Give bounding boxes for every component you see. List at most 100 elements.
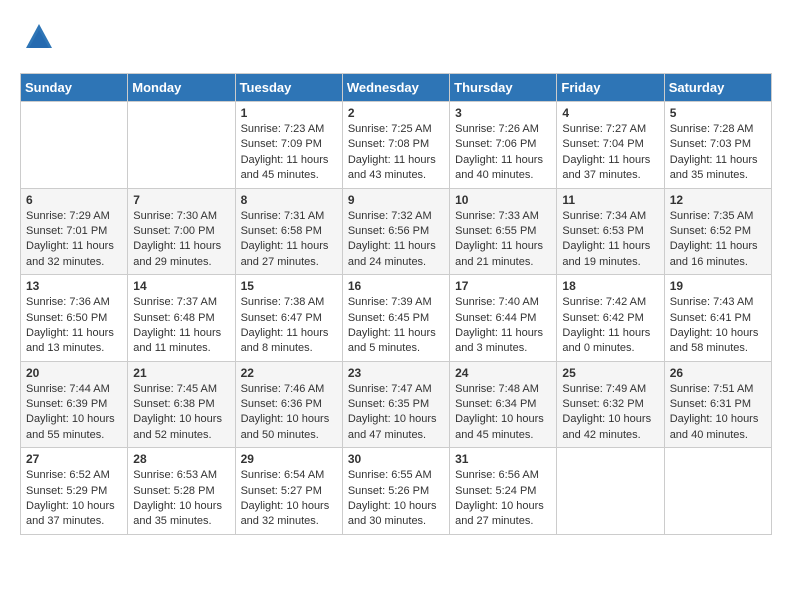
calendar-cell: 31 Sunrise: 6:56 AMSunset: 5:24 PMDayligh… bbox=[450, 448, 557, 535]
day-number: 2 bbox=[348, 106, 444, 120]
day-number: 10 bbox=[455, 193, 551, 207]
day-number: 30 bbox=[348, 452, 444, 466]
day-number: 25 bbox=[562, 366, 658, 380]
calendar-week-4: 20 Sunrise: 7:44 AMSunset: 6:39 PMDayligh… bbox=[21, 361, 772, 448]
calendar-cell: 13Sunrise: 7:36 AMSunset: 6:50 PMDayligh… bbox=[21, 275, 128, 362]
calendar-header-sunday: Sunday bbox=[21, 74, 128, 102]
day-number: 9 bbox=[348, 193, 444, 207]
calendar-header-tuesday: Tuesday bbox=[235, 74, 342, 102]
day-info: Sunrise: 7:49 AMSunset: 6:32 PMDaylight:… bbox=[562, 382, 658, 444]
day-info: Sunrise: 7:48 AMSunset: 6:34 PMDaylight:… bbox=[455, 382, 551, 444]
day-info: Sunrise: 7:51 AMSunset: 6:31 PMDaylight:… bbox=[670, 382, 766, 444]
calendar-cell: 21Sunrise: 7:45 AMSunset: 6:38 PMDayligh… bbox=[128, 361, 235, 448]
day-number: 22 bbox=[241, 366, 337, 380]
day-number: 16 bbox=[348, 279, 444, 293]
calendar-cell bbox=[21, 102, 128, 189]
day-info: Sunrise: 7:38 AMSunset: 6:47 PMDaylight:… bbox=[241, 295, 337, 357]
day-info: Sunrise: 6:52 AMSunset: 5:29 PMDaylight:… bbox=[26, 468, 122, 530]
calendar-week-3: 13Sunrise: 7:36 AMSunset: 6:50 PMDayligh… bbox=[21, 275, 772, 362]
day-number: 21 bbox=[133, 366, 229, 380]
calendar-header-wednesday: Wednesday bbox=[342, 74, 449, 102]
calendar-cell bbox=[557, 448, 664, 535]
day-info: Sunrise: 7:30 AMSunset: 7:00 PMDaylight:… bbox=[133, 209, 229, 271]
calendar-cell: 10 Sunrise: 7:33 AMSunset: 6:55 PMDayligh… bbox=[450, 188, 557, 275]
calendar-cell: 28Sunrise: 6:53 AMSunset: 5:28 PMDayligh… bbox=[128, 448, 235, 535]
calendar-cell: 11 Sunrise: 7:34 AMSunset: 6:53 PMDayligh… bbox=[557, 188, 664, 275]
day-number: 1 bbox=[241, 106, 337, 120]
day-info: Sunrise: 7:39 AMSunset: 6:45 PMDaylight:… bbox=[348, 295, 444, 357]
day-info: Sunrise: 7:29 AMSunset: 7:01 PMDaylight:… bbox=[26, 209, 122, 271]
day-info: Sunrise: 7:31 AMSunset: 6:58 PMDaylight:… bbox=[241, 209, 337, 271]
calendar-cell: 24Sunrise: 7:48 AMSunset: 6:34 PMDayligh… bbox=[450, 361, 557, 448]
calendar-cell: 26 Sunrise: 7:51 AMSunset: 6:31 PMDayligh… bbox=[664, 361, 771, 448]
calendar-cell: 1Sunrise: 7:23 AMSunset: 7:09 PMDaylight… bbox=[235, 102, 342, 189]
calendar-cell: 7 Sunrise: 7:30 AMSunset: 7:00 PMDaylight… bbox=[128, 188, 235, 275]
day-number: 18 bbox=[562, 279, 658, 293]
calendar-header-row: SundayMondayTuesdayWednesdayThursdayFrid… bbox=[21, 74, 772, 102]
calendar-cell: 2 Sunrise: 7:25 AMSunset: 7:08 PMDaylight… bbox=[342, 102, 449, 189]
day-number: 19 bbox=[670, 279, 766, 293]
day-number: 8 bbox=[241, 193, 337, 207]
calendar-cell: 25 Sunrise: 7:49 AMSunset: 6:32 PMDayligh… bbox=[557, 361, 664, 448]
calendar-cell: 30Sunrise: 6:55 AMSunset: 5:26 PMDayligh… bbox=[342, 448, 449, 535]
calendar-cell: 12 Sunrise: 7:35 AMSunset: 6:52 PMDayligh… bbox=[664, 188, 771, 275]
day-number: 7 bbox=[133, 193, 229, 207]
calendar-cell: 19 Sunrise: 7:43 AMSunset: 6:41 PMDayligh… bbox=[664, 275, 771, 362]
day-number: 20 bbox=[26, 366, 122, 380]
day-number: 4 bbox=[562, 106, 658, 120]
calendar-cell: 22 Sunrise: 7:46 AMSunset: 6:36 PMDayligh… bbox=[235, 361, 342, 448]
day-info: Sunrise: 6:56 AMSunset: 5:24 PMDaylight:… bbox=[455, 468, 551, 530]
day-number: 29 bbox=[241, 452, 337, 466]
day-info: Sunrise: 7:26 AMSunset: 7:06 PMDaylight:… bbox=[455, 122, 551, 184]
day-info: Sunrise: 6:54 AMSunset: 5:27 PMDaylight:… bbox=[241, 468, 337, 530]
day-info: Sunrise: 7:43 AMSunset: 6:41 PMDaylight:… bbox=[670, 295, 766, 357]
day-info: Sunrise: 7:46 AMSunset: 6:36 PMDaylight:… bbox=[241, 382, 337, 444]
calendar-week-1: 1Sunrise: 7:23 AMSunset: 7:09 PMDaylight… bbox=[21, 102, 772, 189]
day-info: Sunrise: 7:34 AMSunset: 6:53 PMDaylight:… bbox=[562, 209, 658, 271]
calendar-cell: 20 Sunrise: 7:44 AMSunset: 6:39 PMDayligh… bbox=[21, 361, 128, 448]
calendar-cell: 14 Sunrise: 7:37 AMSunset: 6:48 PMDayligh… bbox=[128, 275, 235, 362]
day-number: 17 bbox=[455, 279, 551, 293]
calendar-week-2: 6 Sunrise: 7:29 AMSunset: 7:01 PMDaylight… bbox=[21, 188, 772, 275]
calendar-cell: 17 Sunrise: 7:40 AMSunset: 6:44 PMDayligh… bbox=[450, 275, 557, 362]
calendar-header-monday: Monday bbox=[128, 74, 235, 102]
day-number: 31 bbox=[455, 452, 551, 466]
calendar-header-thursday: Thursday bbox=[450, 74, 557, 102]
day-info: Sunrise: 7:37 AMSunset: 6:48 PMDaylight:… bbox=[133, 295, 229, 357]
day-info: Sunrise: 7:32 AMSunset: 6:56 PMDaylight:… bbox=[348, 209, 444, 271]
day-number: 27 bbox=[26, 452, 122, 466]
logo-icon bbox=[24, 22, 54, 57]
calendar-week-5: 27 Sunrise: 6:52 AMSunset: 5:29 PMDayligh… bbox=[21, 448, 772, 535]
day-number: 15 bbox=[241, 279, 337, 293]
day-info: Sunrise: 7:33 AMSunset: 6:55 PMDaylight:… bbox=[455, 209, 551, 271]
calendar-header-saturday: Saturday bbox=[664, 74, 771, 102]
day-info: Sunrise: 7:44 AMSunset: 6:39 PMDaylight:… bbox=[26, 382, 122, 444]
calendar-cell: 23Sunrise: 7:47 AMSunset: 6:35 PMDayligh… bbox=[342, 361, 449, 448]
day-info: Sunrise: 7:28 AMSunset: 7:03 PMDaylight:… bbox=[670, 122, 766, 184]
calendar-cell: 9 Sunrise: 7:32 AMSunset: 6:56 PMDaylight… bbox=[342, 188, 449, 275]
calendar-cell: 18Sunrise: 7:42 AMSunset: 6:42 PMDayligh… bbox=[557, 275, 664, 362]
day-info: Sunrise: 7:35 AMSunset: 6:52 PMDaylight:… bbox=[670, 209, 766, 271]
calendar-cell: 3 Sunrise: 7:26 AMSunset: 7:06 PMDaylight… bbox=[450, 102, 557, 189]
calendar-body: 1Sunrise: 7:23 AMSunset: 7:09 PMDaylight… bbox=[21, 102, 772, 535]
day-number: 12 bbox=[670, 193, 766, 207]
calendar: SundayMondayTuesdayWednesdayThursdayFrid… bbox=[20, 73, 772, 535]
calendar-cell: 6 Sunrise: 7:29 AMSunset: 7:01 PMDaylight… bbox=[21, 188, 128, 275]
day-number: 5 bbox=[670, 106, 766, 120]
day-number: 26 bbox=[670, 366, 766, 380]
day-info: Sunrise: 7:47 AMSunset: 6:35 PMDaylight:… bbox=[348, 382, 444, 444]
day-info: Sunrise: 7:25 AMSunset: 7:08 PMDaylight:… bbox=[348, 122, 444, 184]
calendar-cell: 8 Sunrise: 7:31 AMSunset: 6:58 PMDaylight… bbox=[235, 188, 342, 275]
calendar-cell: 29 Sunrise: 6:54 AMSunset: 5:27 PMDayligh… bbox=[235, 448, 342, 535]
calendar-cell: 5 Sunrise: 7:28 AMSunset: 7:03 PMDaylight… bbox=[664, 102, 771, 189]
day-number: 3 bbox=[455, 106, 551, 120]
calendar-cell: 4 Sunrise: 7:27 AMSunset: 7:04 PMDaylight… bbox=[557, 102, 664, 189]
calendar-cell bbox=[664, 448, 771, 535]
day-info: Sunrise: 7:27 AMSunset: 7:04 PMDaylight:… bbox=[562, 122, 658, 184]
day-number: 6 bbox=[26, 193, 122, 207]
day-info: Sunrise: 7:36 AMSunset: 6:50 PMDaylight:… bbox=[26, 295, 122, 357]
day-info: Sunrise: 7:40 AMSunset: 6:44 PMDaylight:… bbox=[455, 295, 551, 357]
day-number: 14 bbox=[133, 279, 229, 293]
calendar-cell: 15 Sunrise: 7:38 AMSunset: 6:47 PMDayligh… bbox=[235, 275, 342, 362]
day-number: 11 bbox=[562, 193, 658, 207]
